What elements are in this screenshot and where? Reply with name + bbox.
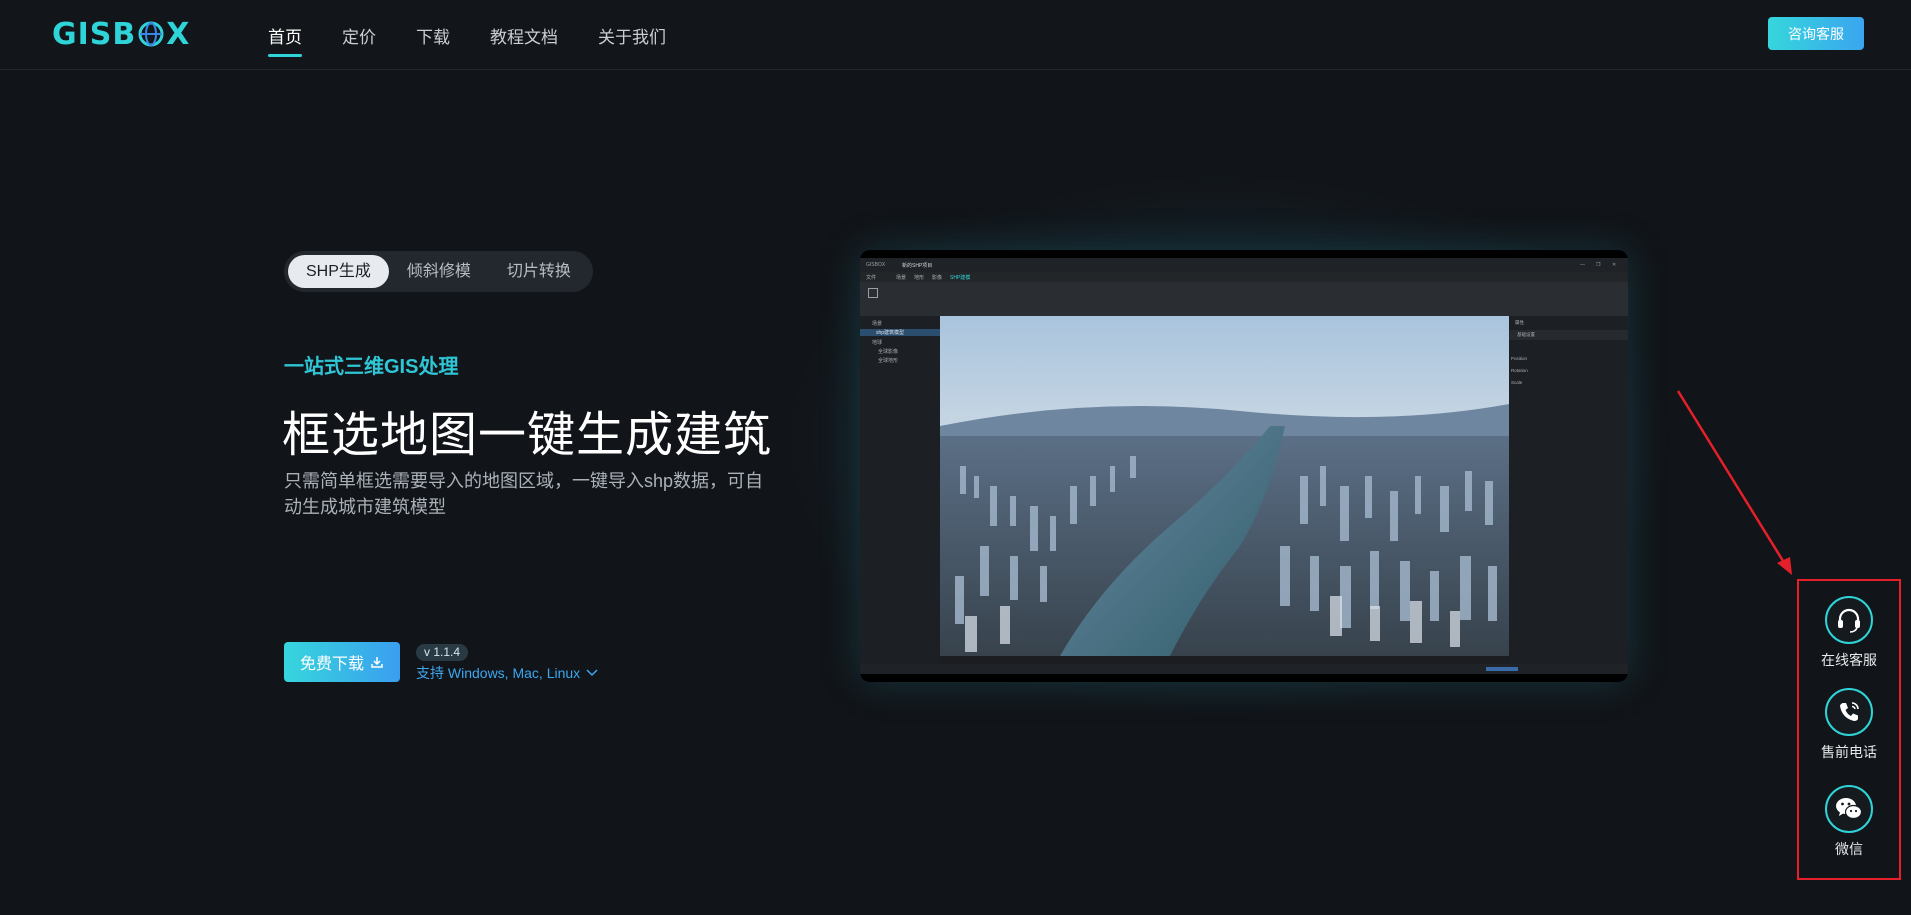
contact-float-panel: 在线客服 售前电话 微信 (1797, 579, 1901, 880)
phone-icon (1825, 688, 1873, 736)
app-menu-shp: SHP建模 (950, 275, 971, 281)
app-menu-imagery: 影像 (932, 275, 943, 281)
online-service-label: 在线客服 (1821, 652, 1877, 668)
app-title: GISBOX (866, 262, 886, 268)
download-icon (371, 657, 383, 668)
app-tool-icon (868, 288, 878, 298)
tree-item: 全球地形 (878, 358, 899, 364)
panel-row-rotation: Rotation (1511, 368, 1528, 373)
minimize-icon: — (1580, 262, 1585, 268)
panel-row-position: Position (1511, 356, 1528, 361)
tab-shp[interactable]: SHP生成 (288, 255, 389, 288)
memory-bar (1486, 667, 1518, 671)
presale-phone-button[interactable]: 售前电话 (1799, 688, 1899, 762)
nav-home[interactable]: 首页 (268, 23, 302, 57)
tree-item: 地球 (872, 340, 883, 346)
gisbox-logo[interactable]: GIS B X (52, 16, 191, 52)
wechat-icon (1825, 785, 1873, 833)
3d-city-viewport (940, 316, 1509, 656)
app-menubar: 文件 场景 地形 影像 SHP建模 (860, 272, 1628, 282)
nav-docs[interactable]: 教程文档 (490, 23, 558, 48)
app-titlebar: GISBOX 新的SHP项目 — ❐ ✕ (860, 258, 1628, 272)
logo-text-left: GIS (52, 16, 113, 52)
presale-phone-label: 售前电话 (1821, 744, 1877, 760)
top-header: GIS B X 首页 定价 下载 教程文档 关于我们 咨询客服 (0, 0, 1911, 70)
panel-tab: 属性 (1515, 320, 1524, 325)
version-badge: v 1.1.4 (416, 644, 469, 661)
app-tab-name: 新的SHP项目 (902, 263, 933, 269)
main-nav: 首页 定价 下载 教程文档 关于我们 (268, 0, 666, 70)
platform-support-link[interactable]: 支持 Windows, Mac, Linux (416, 663, 598, 683)
app-properties-panel: 属性 基础设置 Position Rotation Scale (1509, 316, 1628, 664)
annotation-arrow (1676, 390, 1792, 575)
close-icon: ✕ (1612, 262, 1617, 268)
app-preview: GISBOX 新的SHP项目 — ❐ ✕ 文件 场景 地形 影像 SHP建模 场… (860, 250, 1628, 682)
app-menu-terrain: 地形 (914, 275, 925, 281)
headset-icon (1825, 596, 1873, 644)
logo-text-right: X (166, 16, 191, 52)
maximize-icon: ❐ (1596, 262, 1601, 268)
app-menu-scene: 场景 (896, 275, 907, 281)
nav-download[interactable]: 下载 (416, 23, 450, 48)
online-service-button[interactable]: 在线客服 (1799, 596, 1899, 670)
hero-description: 只需简单框选需要导入的地图区域，一键导入shp数据，可自动生成城市建筑模型 (284, 471, 764, 517)
tab-tiles[interactable]: 切片转换 (489, 255, 589, 288)
download-button[interactable]: 免费下载 (284, 642, 400, 682)
app-window: GISBOX 新的SHP项目 — ❐ ✕ 文件 场景 地形 影像 SHP建模 场… (860, 258, 1628, 674)
wechat-button[interactable]: 微信 (1799, 785, 1899, 859)
panel-row-scale: Scale (1511, 380, 1523, 385)
hero-subtitle: 一站式三维GIS处理 (284, 356, 459, 378)
chevron-down-icon (586, 669, 598, 677)
panel-section: 基础设置 (1509, 330, 1628, 340)
app-menu-file: 文件 (866, 275, 877, 281)
tree-item: 全球影像 (878, 349, 899, 355)
logo-text-b: B (112, 16, 137, 52)
tree-item: 场景 (872, 321, 883, 327)
city-render (940, 316, 1509, 656)
tree-item-selected: shp建筑模型 (860, 329, 940, 336)
wechat-label: 微信 (1835, 841, 1863, 857)
nav-pricing[interactable]: 定价 (342, 23, 376, 48)
tab-oblique[interactable]: 倾斜修模 (389, 255, 489, 288)
feature-tabs: SHP生成 倾斜修模 切片转换 (284, 251, 593, 292)
download-label: 免费下载 (299, 656, 364, 673)
globe-icon (138, 21, 164, 47)
platform-support-text: 支持 Windows, Mac, Linux (416, 665, 581, 681)
consult-button[interactable]: 咨询客服 (1768, 17, 1864, 50)
app-toolbar (860, 282, 1628, 316)
app-statusbar (860, 664, 1628, 674)
app-scene-tree: 场景 shp建筑模型 地球 全球影像 全球地形 (860, 316, 940, 664)
hero-title: 框选地图一键生成建筑 (282, 409, 773, 462)
nav-about[interactable]: 关于我们 (598, 23, 666, 48)
